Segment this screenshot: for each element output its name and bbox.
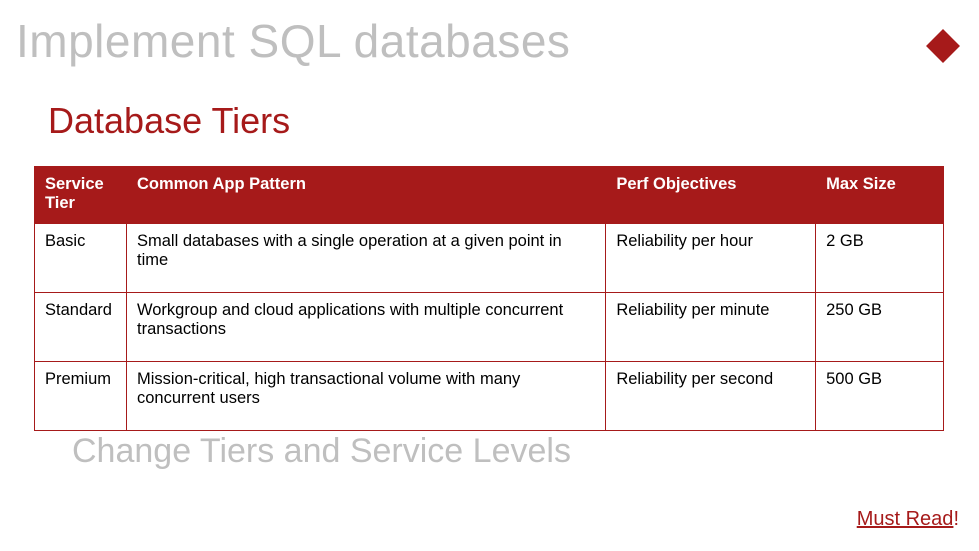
section-heading: Change Tiers and Service Levels	[72, 432, 571, 471]
slide-title: Implement SQL databases	[16, 14, 570, 68]
cell-pattern: Workgroup and cloud applications with mu…	[126, 293, 605, 362]
cell-tier: Premium	[35, 362, 127, 431]
must-read-bang: !	[953, 508, 959, 530]
table-row: Premium Mission-critical, high transacti…	[35, 362, 944, 431]
cell-perf: Reliability per second	[606, 362, 816, 431]
cell-pattern: Mission-critical, high transactional vol…	[126, 362, 605, 431]
subtitle: Database Tiers	[48, 100, 290, 142]
cell-pattern: Small databases with a single operation …	[126, 224, 605, 293]
must-read-link[interactable]: Must Read	[857, 508, 954, 530]
header-perf: Perf Objectives	[606, 167, 816, 224]
table-row: Basic Small databases with a single oper…	[35, 224, 944, 293]
database-tiers-table: Service Tier Common App Pattern Perf Obj…	[34, 166, 944, 431]
table-header-row: Service Tier Common App Pattern Perf Obj…	[35, 167, 944, 224]
header-max-size: Max Size	[816, 167, 944, 224]
cell-size: 250 GB	[816, 293, 944, 362]
cell-perf: Reliability per minute	[606, 293, 816, 362]
cell-size: 500 GB	[816, 362, 944, 431]
logo-diamond-icon	[926, 29, 960, 63]
header-service-tier: Service Tier	[35, 167, 127, 224]
must-read: Must Read!	[857, 508, 959, 531]
cell-tier: Basic	[35, 224, 127, 293]
header-common-pattern: Common App Pattern	[126, 167, 605, 224]
table-row: Standard Workgroup and cloud application…	[35, 293, 944, 362]
cell-perf: Reliability per hour	[606, 224, 816, 293]
cell-tier: Standard	[35, 293, 127, 362]
cell-size: 2 GB	[816, 224, 944, 293]
